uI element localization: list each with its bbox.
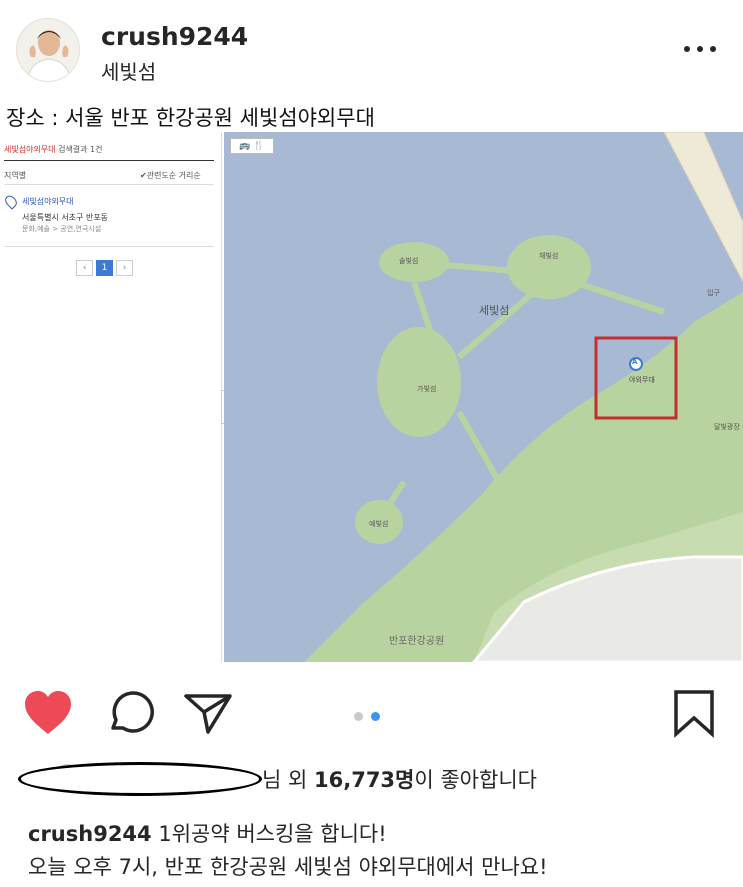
- caption-line-1: crush9244 1위공약 버스킹을 합니다!: [28, 818, 387, 848]
- map-label-island-c: 가빛섬: [417, 385, 437, 393]
- pager-next[interactable]: ›: [116, 260, 133, 276]
- map-tools[interactable]: 🚌 🍴: [230, 138, 274, 154]
- sort-options[interactable]: ✔관련도순 거리순: [140, 170, 201, 181]
- sort-region[interactable]: 지역별: [4, 170, 26, 181]
- divider: [4, 184, 214, 185]
- image-caption-strip: 장소 : 서울 반포 한강공원 세빛섬야외무대: [0, 100, 743, 130]
- likes-count: 16,773명: [314, 768, 415, 792]
- map-label-island-d: 예빛섬: [369, 520, 389, 528]
- map-label-park: 반포한강공원: [389, 636, 445, 647]
- likes-text[interactable]: 님 외 16,773명이 좋아합니다: [262, 764, 537, 794]
- result-pin-icon: [2, 193, 20, 210]
- pager-current[interactable]: 1: [96, 260, 113, 276]
- divider: [4, 160, 214, 161]
- search-result-count: 검색결과 1건: [58, 145, 103, 154]
- avatar-image: [17, 19, 79, 81]
- post-header: crush9244 세빛섬: [0, 0, 743, 100]
- divider: [4, 246, 214, 247]
- carousel-dot: [354, 712, 363, 721]
- map-label-side: 달빛광장: [714, 423, 740, 431]
- post-image[interactable]: 장소 : 서울 반포 한강공원 세빛섬야외무대 세빛섬야외무대 검색결과 1건 …: [0, 100, 743, 672]
- result-title[interactable]: 세빛섬야외무대: [22, 196, 74, 207]
- caption-line-2: 오늘 오후 7시, 반포 한강공원 세빛섬 야외무대에서 만나요!: [28, 855, 548, 879]
- marker-label: 야외무대: [629, 376, 655, 384]
- island-c: [377, 327, 461, 437]
- share-icon[interactable]: [182, 688, 232, 738]
- redaction-mark: [18, 762, 262, 796]
- likes-suffix: 이 좋아합니다: [414, 768, 537, 792]
- marker-letter: A: [632, 358, 638, 366]
- pagination: ‹ 1 ›: [76, 260, 136, 276]
- map-label-island-b: 채빛섬: [539, 252, 559, 260]
- carousel-dot-active: [371, 712, 380, 721]
- likes-row: 님 외 16,773명이 좋아합니다: [18, 760, 738, 796]
- action-bar: [0, 672, 743, 752]
- map-search-panel: 세빛섬야외무대 검색결과 1건 지역별 ✔관련도순 거리순 세빛섬야외무대 서울…: [0, 132, 222, 662]
- island-b: [507, 235, 591, 299]
- caption-username[interactable]: crush9244: [28, 822, 152, 846]
- comment-icon[interactable]: [104, 688, 154, 738]
- map-label-island-a: 솔빛섬: [399, 257, 419, 265]
- map-canvas: [224, 132, 743, 662]
- result-address: 서울특별시 서초구 반포동: [22, 213, 109, 222]
- pager-prev[interactable]: ‹: [76, 260, 93, 276]
- result-category: 문화,예술 > 공연,연극시설: [22, 225, 102, 233]
- bookmark-icon[interactable]: [672, 688, 722, 738]
- more-options-icon[interactable]: [680, 38, 720, 62]
- likes-prefix: 님 외: [262, 768, 314, 792]
- avatar[interactable]: [16, 18, 80, 82]
- heart-icon[interactable]: [22, 688, 72, 738]
- search-summary: 세빛섬야외무대 검색결과 1건: [4, 144, 103, 155]
- map-view[interactable]: 🚌 🍴 세빛섬 솔빛섬 채빛섬 가빛섬 예빛섬 야외무대 A 반포한강공원 입구…: [224, 132, 743, 662]
- post-location[interactable]: 세빛섬: [101, 56, 156, 85]
- search-query: 세빛섬야외무대: [4, 145, 56, 154]
- carousel-indicator: [354, 706, 388, 725]
- post-username[interactable]: crush9244: [101, 22, 248, 51]
- caption-text-1: 1위공약 버스킹을 합니다!: [151, 822, 387, 846]
- map-label-entrance: 입구: [707, 289, 720, 297]
- map-label-island: 세빛섬: [479, 304, 510, 317]
- image-caption-text: 장소 : 서울 반포 한강공원 세빛섬야외무대: [6, 106, 375, 130]
